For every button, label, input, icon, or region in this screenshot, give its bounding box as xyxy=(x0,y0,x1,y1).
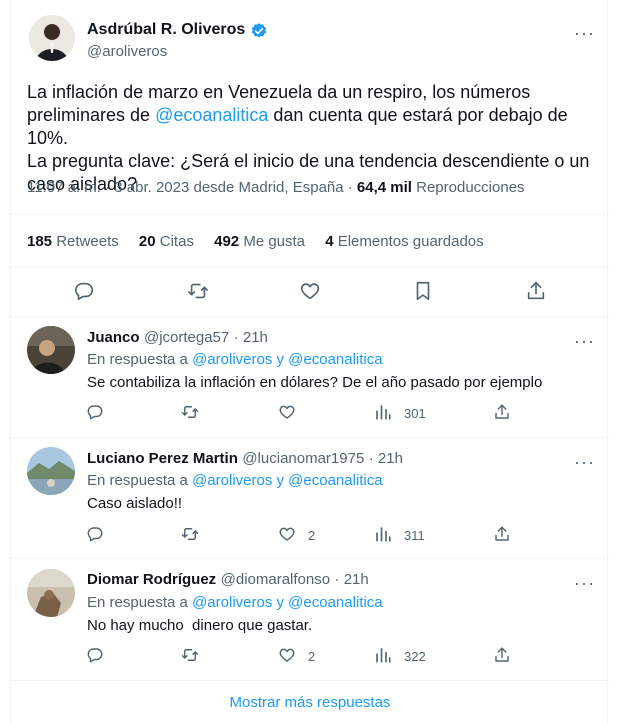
retweet-icon[interactable] xyxy=(181,646,199,664)
views-count: 311 xyxy=(404,528,425,543)
reply-text: No hay mucho dinero que gastar. xyxy=(87,617,313,634)
mention-link[interactable]: @ecoanalitica xyxy=(155,105,268,125)
more-options-button[interactable]: ··· xyxy=(574,24,595,42)
views-count: 301 xyxy=(404,406,426,421)
more-options-button[interactable]: ··· xyxy=(574,453,595,471)
reply-context: En respuesta a @aroliveros y @ecoanaliti… xyxy=(87,594,383,611)
bookmarks-stat[interactable]: 4 Elementos guardados xyxy=(325,233,483,250)
retweet-icon[interactable] xyxy=(187,280,209,302)
show-more-replies-link[interactable]: Mostrar más respuestas xyxy=(11,694,609,711)
tweet-meta: 11:07 a. m. · 3 abr. 2023 desde Madrid, … xyxy=(27,179,525,196)
views-icon[interactable] xyxy=(374,525,392,543)
avatar[interactable] xyxy=(27,569,75,617)
reply-header: Luciano Perez Martin @lucianomar1975 · 2… xyxy=(87,450,403,468)
reply-time[interactable]: · 21h xyxy=(335,571,369,588)
reply-prefix: En respuesta a xyxy=(87,351,193,368)
divider xyxy=(11,267,609,268)
likes-count: 2 xyxy=(308,528,316,543)
reply-text: Caso aislado!! xyxy=(87,495,183,512)
reply-time[interactable]: · 21h xyxy=(369,450,403,467)
tweet-text-line: La pregunta clave: ¿Será el inicio de un… xyxy=(27,151,590,171)
quotes-stat[interactable]: 20 Citas xyxy=(139,233,194,250)
quotes-count: 20 xyxy=(138,233,156,250)
divider xyxy=(11,437,609,438)
reply-author-name[interactable]: Diomar Rodríguez xyxy=(87,571,216,588)
views-count: 322 xyxy=(404,649,426,664)
likes-count: 2 xyxy=(308,649,316,664)
tweet-stats: 185 Retweets 20 Citas 492 Me gusta 4 Ele… xyxy=(27,233,484,250)
tweet-text-line: preliminares de @ecoanalitica dan cuenta… xyxy=(27,104,602,150)
reply-context: En respuesta a @aroliveros y @ecoanaliti… xyxy=(87,351,383,368)
bookmarks-count: 4 xyxy=(325,233,334,250)
avatar[interactable] xyxy=(27,447,75,495)
quotes-label: Citas xyxy=(159,233,194,250)
views-label: Reproducciones xyxy=(411,179,525,196)
divider xyxy=(11,316,609,317)
more-options-button[interactable]: ··· xyxy=(574,332,595,350)
tweet-thread: Asdrúbal R. Oliveros @aroliveros ··· La … xyxy=(10,0,609,723)
reply-author-handle[interactable]: @diomaralfonso xyxy=(221,571,330,588)
avatar[interactable] xyxy=(27,326,75,374)
bookmarks-label: Elementos guardados xyxy=(337,233,484,250)
likes-label: Me gusta xyxy=(243,233,306,250)
like-icon[interactable] xyxy=(278,403,296,421)
reply-author-name[interactable]: Luciano Perez Martin xyxy=(87,450,238,467)
retweets-stat[interactable]: 185 Retweets xyxy=(27,233,119,250)
reply-prefix: En respuesta a xyxy=(87,594,193,611)
reply-mentions-link[interactable]: @aroliveros y @ecoanalitica xyxy=(192,594,383,611)
reply-header: Juanco @jcortega57 · 21h xyxy=(87,329,268,347)
share-icon[interactable] xyxy=(493,646,511,664)
reply-icon[interactable] xyxy=(73,280,95,302)
likes-count: 492 xyxy=(214,233,240,250)
likes-stat[interactable]: 492 Me gusta xyxy=(214,233,305,250)
reply-time[interactable]: · 21h xyxy=(234,329,268,346)
views-icon[interactable] xyxy=(374,646,392,664)
divider xyxy=(11,680,609,681)
reply-icon[interactable] xyxy=(86,525,104,543)
reply-prefix: En respuesta a xyxy=(87,472,193,489)
author-handle[interactable]: @aroliveros xyxy=(87,43,167,60)
reply-mentions-link[interactable]: @aroliveros y @ecoanalitica xyxy=(192,351,383,368)
more-options-button[interactable]: ··· xyxy=(574,574,595,592)
views-icon[interactable] xyxy=(374,403,392,421)
retweet-icon[interactable] xyxy=(181,403,199,421)
verified-badge-icon xyxy=(250,22,268,40)
like-icon[interactable] xyxy=(278,525,296,543)
reply-header: Diomar Rodríguez @diomaralfonso · 21h xyxy=(87,571,369,589)
tweet-text-segment: preliminares de xyxy=(27,105,156,125)
retweets-count: 185 xyxy=(27,233,53,250)
reply-author-name[interactable]: Juanco xyxy=(87,329,140,346)
retweets-label: Retweets xyxy=(56,233,119,250)
bookmark-icon[interactable] xyxy=(412,280,434,302)
reply-author-handle[interactable]: @jcortega57 xyxy=(144,329,229,346)
views-count: 64,4 mil xyxy=(356,179,412,196)
share-icon[interactable] xyxy=(525,280,547,302)
share-icon[interactable] xyxy=(493,403,511,421)
divider xyxy=(11,214,609,215)
timestamp-link[interactable]: 11:07 a. m. · 3 abr. 2023 desde Madrid, … xyxy=(27,179,357,196)
tweet-text-line: La inflación de marzo en Venezuela da un… xyxy=(27,82,531,102)
avatar[interactable] xyxy=(29,15,75,61)
retweet-icon[interactable] xyxy=(181,525,199,543)
reply-icon[interactable] xyxy=(86,403,104,421)
reply-context: En respuesta a @aroliveros y @ecoanaliti… xyxy=(87,472,383,489)
author-name[interactable]: Asdrúbal R. Oliveros xyxy=(87,21,245,39)
reply-text: Se contabiliza la inflación en dólares? … xyxy=(87,374,543,391)
reply-icon[interactable] xyxy=(86,646,104,664)
like-icon[interactable] xyxy=(278,646,296,664)
reply-author-handle[interactable]: @lucianomar1975 xyxy=(242,450,364,467)
like-icon[interactable] xyxy=(299,280,321,302)
share-icon[interactable] xyxy=(493,525,511,543)
divider xyxy=(11,558,609,559)
reply-mentions-link[interactable]: @aroliveros y @ecoanalitica xyxy=(192,472,383,489)
